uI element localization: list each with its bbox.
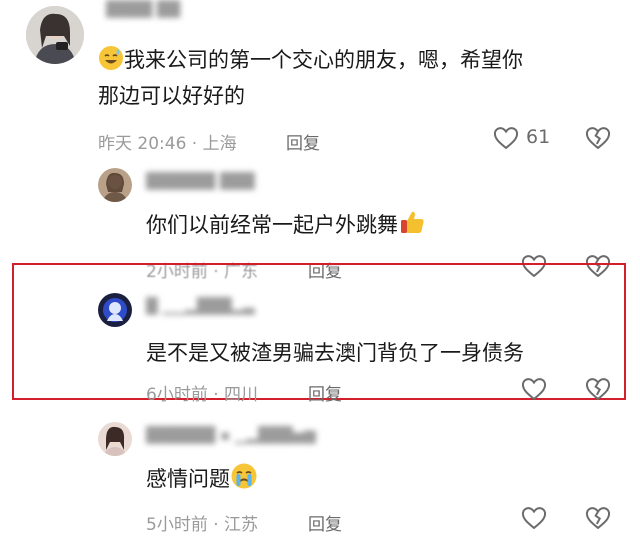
username-blurred[interactable]: ████ ██ [106, 0, 180, 18]
heart-icon[interactable] [520, 504, 548, 532]
reply-button[interactable]: 回复 [286, 129, 320, 154]
sweat-smile-emoji [98, 45, 124, 71]
avatar[interactable] [98, 168, 132, 202]
username-blurred[interactable]: ██████ ▪ ▁▂███▅▆ [146, 426, 316, 444]
comment-meta: 5小时前 · 江苏 [146, 515, 259, 535]
comment-text-line1: 我来公司的第一个交心的朋友，嗯，希望你 [124, 48, 523, 72]
broken-heart-icon[interactable] [584, 504, 612, 532]
comment-text: 你们以前经常一起户外跳舞 [146, 207, 426, 243]
comment-text-body: 你们以前经常一起户外跳舞 [146, 213, 398, 237]
avatar[interactable] [98, 293, 132, 327]
comment-meta: 昨天 20:46 · 上海 [98, 134, 237, 154]
comment-text-body: 感情问题 [146, 467, 230, 491]
thumbs-up-emoji [398, 208, 426, 236]
heart-icon[interactable] [520, 375, 548, 403]
broken-heart-icon[interactable] [584, 124, 612, 152]
crying-emoji [230, 462, 258, 490]
comment-1: ████ ██ 我来公司的第一个交心的朋友，嗯，希望你 那边可以好好的 昨天 2… [0, 0, 640, 160]
comment-text-line2: 那边可以好好的 [98, 84, 245, 108]
username-blurred[interactable]: ██████ ███ [146, 172, 255, 190]
like-button[interactable]: 61 [492, 124, 552, 154]
broken-heart-icon[interactable] [584, 375, 612, 403]
avatar[interactable] [26, 6, 84, 64]
comment-text: 是不是又被渣男骗去澳门背负了一身债务 [146, 341, 524, 365]
reply-button[interactable]: 回复 [308, 510, 342, 535]
like-count: 61 [526, 126, 551, 148]
reply-comment-2: █ ▁▁▂███▂▃ 是不是又被渣男骗去澳门背负了一身债务 6小时前 · 四川 … [0, 263, 640, 405]
avatar[interactable] [98, 422, 132, 456]
comment-text: 我来公司的第一个交心的朋友，嗯，希望你 那边可以好好的 [98, 42, 618, 114]
heart-icon [492, 124, 520, 152]
reply-comment-1: ██████ ███ 你们以前经常一起户外跳舞 2小时前 · 广东 回复 [0, 160, 640, 282]
reply-comment-3: ██████ ▪ ▁▂███▅▆ 感情问题 5小时前 · 江苏 回复 [0, 400, 640, 544]
comment-text: 感情问题 [146, 461, 258, 497]
username-blurred[interactable]: █ ▁▁▂███▂▃ [146, 297, 255, 315]
